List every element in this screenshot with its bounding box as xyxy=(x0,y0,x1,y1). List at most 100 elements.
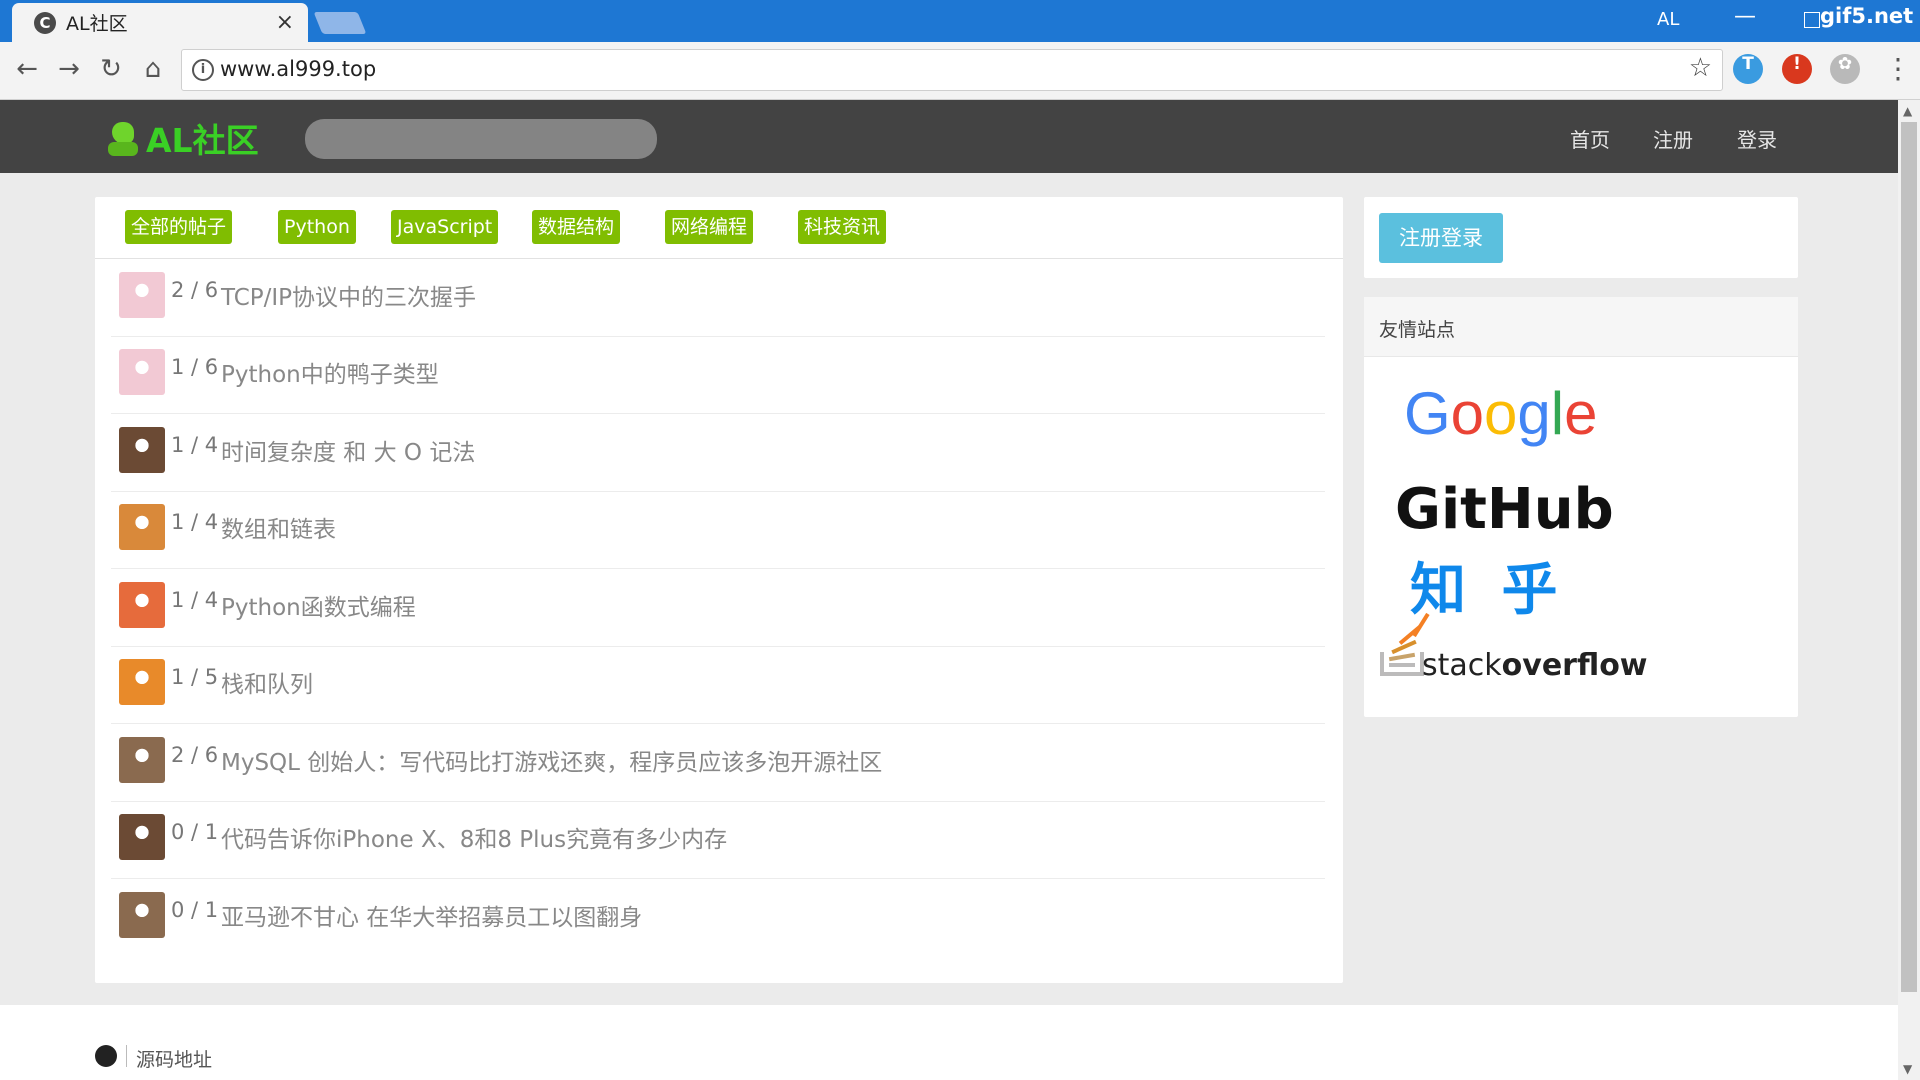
user-avatar[interactable] xyxy=(119,892,165,938)
address-bar[interactable]: i www.al999.top ☆ xyxy=(181,49,1723,91)
star-icon[interactable]: ☆ xyxy=(1689,53,1712,83)
topic-title[interactable]: 亚马逊不甘心 在华大举招募员工以图翻身 xyxy=(221,898,642,932)
user-avatar[interactable] xyxy=(119,504,165,550)
browser-tab-bar: C AL社区 × AL — gif5.net xyxy=(0,0,1920,42)
topic-row[interactable]: 1 / 5 栈和队列 xyxy=(111,647,1325,724)
site-logo[interactable]: AL社区 xyxy=(106,114,259,162)
tag-filter-bar: 全部的帖子 Python JavaScript 数据结构 网络编程 科技资讯 xyxy=(95,197,1343,259)
stackoverflow-word-stack: stack xyxy=(1422,648,1502,683)
github-logo[interactable]: GitHub xyxy=(1395,477,1614,542)
adblock-extension-icon[interactable]: ! xyxy=(1782,54,1812,84)
tag-data-structures[interactable]: 数据结构 xyxy=(532,210,621,244)
google-logo[interactable]: Google xyxy=(1404,380,1598,447)
search-input[interactable] xyxy=(305,119,657,159)
user-avatar[interactable] xyxy=(119,659,165,705)
reply-view-count: 1 / 4 xyxy=(171,588,219,612)
topic-title[interactable]: 代码告诉你iPhone X、8和8 Plus究竟有多少内存 xyxy=(221,820,727,854)
scroll-down-arrow-icon[interactable]: ▼ xyxy=(1903,1062,1912,1076)
reply-view-count: 0 / 1 xyxy=(171,898,219,922)
github-icon[interactable] xyxy=(95,1045,117,1067)
stackoverflow-word-overflow: overflow xyxy=(1502,648,1648,683)
user-avatar[interactable] xyxy=(119,349,165,395)
topic-row[interactable]: 2 / 6 TCP/IP协议中的三次握手 xyxy=(111,260,1325,337)
google-logo-g2: g xyxy=(1517,380,1550,447)
minimize-icon[interactable]: — xyxy=(1734,4,1756,29)
site-footer: 源码地址 xyxy=(0,1005,1898,1080)
user-avatar[interactable] xyxy=(119,272,165,318)
nav-home-link[interactable]: 首页 xyxy=(1570,124,1610,153)
translate-extension-icon[interactable]: T xyxy=(1733,54,1763,84)
maximize-icon[interactable] xyxy=(1804,12,1820,28)
friend-sites-logos: Google GitHub 知 乎 stackoverflow xyxy=(1380,380,1648,683)
browser-toolbar: ← → ↻ ⌂ i www.al999.top ☆ T ! ✿ ⋮ xyxy=(0,42,1920,100)
browser-tab-active[interactable]: C AL社区 × xyxy=(12,3,308,42)
google-logo-e: e xyxy=(1564,380,1597,447)
nav-login-link[interactable]: 登录 xyxy=(1737,124,1777,153)
topic-panel: 全部的帖子 Python JavaScript 数据结构 网络编程 科技资讯 2… xyxy=(95,197,1343,983)
google-logo-o1: o xyxy=(1451,380,1484,447)
topic-title[interactable]: TCP/IP协议中的三次握手 xyxy=(221,278,476,312)
watermark-text: gif5.net xyxy=(1820,4,1914,28)
reply-view-count: 1 / 5 xyxy=(171,665,219,689)
zhihu-logo[interactable]: 知 乎 xyxy=(1410,558,1566,623)
address-url[interactable]: www.al999.top xyxy=(220,57,376,81)
user-avatar[interactable] xyxy=(119,737,165,783)
tag-javascript[interactable]: JavaScript xyxy=(391,210,499,244)
topic-row[interactable]: 1 / 6 Python中的鸭子类型 xyxy=(111,337,1325,414)
tag-all[interactable]: 全部的帖子 xyxy=(125,210,233,244)
topic-row[interactable]: 2 / 6 MySQL 创始人：写代码比打游戏还爽，程序员应该多泡开源社区 xyxy=(111,725,1325,802)
reply-view-count: 1 / 4 xyxy=(171,433,219,457)
reply-view-count: 0 / 1 xyxy=(171,820,219,844)
topic-row[interactable]: 0 / 1 代码告诉你iPhone X、8和8 Plus究竟有多少内存 xyxy=(111,802,1325,879)
topic-title[interactable]: 数组和链表 xyxy=(221,510,336,544)
window-profile-label[interactable]: AL xyxy=(1657,9,1679,30)
tab-close-icon[interactable]: × xyxy=(276,10,294,35)
tag-tech-news[interactable]: 科技资讯 xyxy=(798,210,887,244)
tag-python[interactable]: Python xyxy=(278,210,356,244)
topic-row[interactable]: 1 / 4 Python函数式编程 xyxy=(111,570,1325,647)
topic-title[interactable]: 时间复杂度 和 大 O 记法 xyxy=(221,433,475,467)
home-icon[interactable]: ⌂ xyxy=(136,52,170,86)
site-favicon-icon: C xyxy=(34,11,56,34)
footer-divider xyxy=(126,1045,127,1067)
stackoverflow-logo[interactable]: stackoverflow xyxy=(1380,612,1648,683)
google-logo-o2: o xyxy=(1484,380,1517,447)
friend-sites-header: 友情站点 xyxy=(1364,297,1798,357)
topic-title[interactable]: Python函数式编程 xyxy=(221,588,416,622)
reply-view-count: 1 / 6 xyxy=(171,355,219,379)
scrollbar-thumb[interactable] xyxy=(1901,122,1917,992)
topic-title[interactable]: Python中的鸭子类型 xyxy=(221,355,439,389)
info-icon[interactable]: i xyxy=(192,59,214,81)
reload-icon[interactable]: ↻ xyxy=(94,52,128,86)
site-header: AL社区 首页 注册 登录 xyxy=(0,100,1898,173)
friend-sites-title: 友情站点 xyxy=(1379,319,1456,341)
menu-dots-icon[interactable]: ⋮ xyxy=(1884,52,1912,85)
paw-extension-icon[interactable]: ✿ xyxy=(1830,54,1860,84)
topic-row[interactable]: 1 / 4 时间复杂度 和 大 O 记法 xyxy=(111,415,1325,492)
page-scrollbar[interactable]: ▲ ▼ xyxy=(1898,100,1920,1080)
user-avatar[interactable] xyxy=(119,582,165,628)
google-logo-g1: G xyxy=(1404,380,1451,447)
tag-network-programming[interactable]: 网络编程 xyxy=(665,210,754,244)
back-arrow-icon[interactable]: ← xyxy=(10,52,44,86)
topic-row[interactable]: 1 / 4 数组和链表 xyxy=(111,492,1325,569)
topic-title[interactable]: 栈和队列 xyxy=(221,665,313,699)
user-avatar[interactable] xyxy=(119,814,165,860)
new-tab-button[interactable] xyxy=(313,12,367,34)
nav-register-link[interactable]: 注册 xyxy=(1653,124,1693,153)
logo-text: AL社区 xyxy=(146,121,259,160)
forward-arrow-icon[interactable]: → xyxy=(52,52,86,86)
reply-view-count: 2 / 6 xyxy=(171,743,219,767)
topic-title[interactable]: MySQL 创始人：写代码比打游戏还爽，程序员应该多泡开源社区 xyxy=(221,743,882,777)
sidebar-login-box: 注册登录 xyxy=(1364,197,1798,278)
dinosaur-logo-icon xyxy=(106,118,142,158)
tab-title: AL社区 xyxy=(66,13,128,35)
friend-sites-panel: 友情站点 Google GitHub 知 乎 stackoverflow xyxy=(1364,297,1798,717)
user-avatar[interactable] xyxy=(119,427,165,473)
stackoverflow-wordmark: stackoverflow xyxy=(1422,648,1648,683)
reply-view-count: 1 / 4 xyxy=(171,510,219,534)
scroll-up-arrow-icon[interactable]: ▲ xyxy=(1903,104,1912,118)
topic-row[interactable]: 0 / 1 亚马逊不甘心 在华大举招募员工以图翻身 xyxy=(111,880,1325,956)
source-code-link[interactable]: 源码地址 xyxy=(136,1045,212,1072)
register-login-button[interactable]: 注册登录 xyxy=(1379,213,1503,263)
